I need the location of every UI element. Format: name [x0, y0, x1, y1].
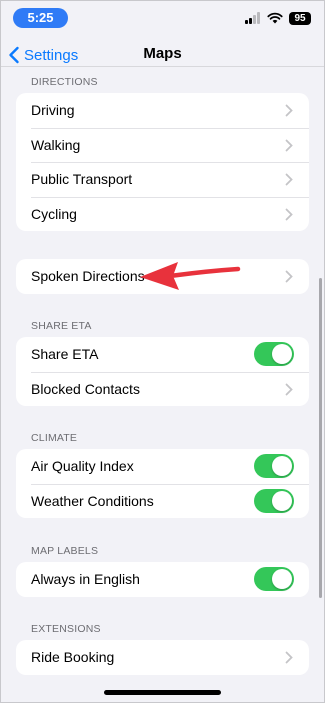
cellular-signal-icon	[245, 12, 261, 24]
row-label: Cycling	[31, 205, 77, 222]
status-icons: 95	[245, 10, 311, 26]
row-air-quality-index: Air Quality Index	[16, 449, 309, 484]
toggle-knob	[272, 569, 292, 589]
scrollbar[interactable]	[319, 278, 322, 598]
row-label: Walking	[31, 136, 81, 153]
extensions-group: Ride Booking	[16, 640, 309, 675]
chevron-right-icon	[285, 139, 293, 151]
section-header-share-eta: SHARE ETA	[31, 320, 92, 332]
row-public-transport[interactable]: Public Transport	[16, 162, 309, 197]
weather-conditions-toggle[interactable]	[254, 488, 294, 513]
row-label: Spoken Directions	[31, 268, 145, 285]
air-quality-toggle[interactable]	[254, 454, 294, 478]
section-header-extensions: EXTENSIONS	[31, 623, 101, 635]
row-label: Public Transport	[31, 171, 133, 188]
status-time: 5:25	[13, 8, 68, 28]
row-label: Blocked Contacts	[31, 380, 140, 397]
row-label: Ride Booking	[31, 649, 115, 666]
row-label: Always in English	[31, 571, 140, 588]
row-cycling[interactable]: Cycling	[16, 196, 309, 232]
row-label: Air Quality Index	[31, 458, 134, 475]
toggle-knob	[272, 456, 292, 476]
toggle-knob	[272, 490, 292, 511]
chevron-right-icon	[285, 383, 293, 395]
row-share-eta: Share ETA	[16, 337, 309, 372]
navigation-bar: Settings Maps	[0, 34, 325, 76]
nav-divider	[0, 66, 325, 67]
row-always-in-english: Always in English	[16, 562, 309, 597]
chevron-right-icon	[285, 104, 293, 117]
home-indicator[interactable]	[104, 690, 221, 695]
share-eta-toggle[interactable]	[254, 342, 294, 366]
row-driving[interactable]: Driving	[16, 93, 309, 128]
battery-icon: 95	[289, 11, 311, 25]
row-walking[interactable]: Walking	[16, 127, 309, 163]
row-label: Share ETA	[31, 346, 99, 363]
chevron-right-icon	[285, 270, 293, 283]
section-header-map-labels: MAP LABELS	[31, 545, 99, 557]
toggle-knob	[272, 344, 292, 364]
row-label: Weather Conditions	[31, 492, 154, 509]
row-weather-conditions: Weather Conditions	[16, 483, 309, 519]
climate-group: Air Quality Index Weather Conditions	[16, 449, 309, 518]
status-bar: 5:25 95	[0, 0, 325, 34]
directions-group: Driving Walking Public Transport Cycling	[16, 93, 309, 231]
row-label: Driving	[31, 102, 75, 119]
wifi-icon	[267, 12, 283, 24]
section-header-directions: DIRECTIONS	[31, 76, 98, 88]
chevron-right-icon	[285, 651, 293, 664]
row-ride-booking[interactable]: Ride Booking	[16, 640, 309, 675]
map-labels-group: Always in English	[16, 562, 309, 597]
page-title: Maps	[143, 45, 182, 62]
section-header-climate: CLIMATE	[31, 432, 78, 444]
red-arrow-icon	[140, 262, 241, 290]
share-eta-group: Share ETA Blocked Contacts	[16, 337, 309, 406]
chevron-right-icon	[285, 208, 293, 220]
always-in-english-toggle[interactable]	[254, 567, 294, 591]
row-blocked-contacts[interactable]: Blocked Contacts	[16, 371, 309, 407]
chevron-right-icon	[285, 173, 293, 186]
